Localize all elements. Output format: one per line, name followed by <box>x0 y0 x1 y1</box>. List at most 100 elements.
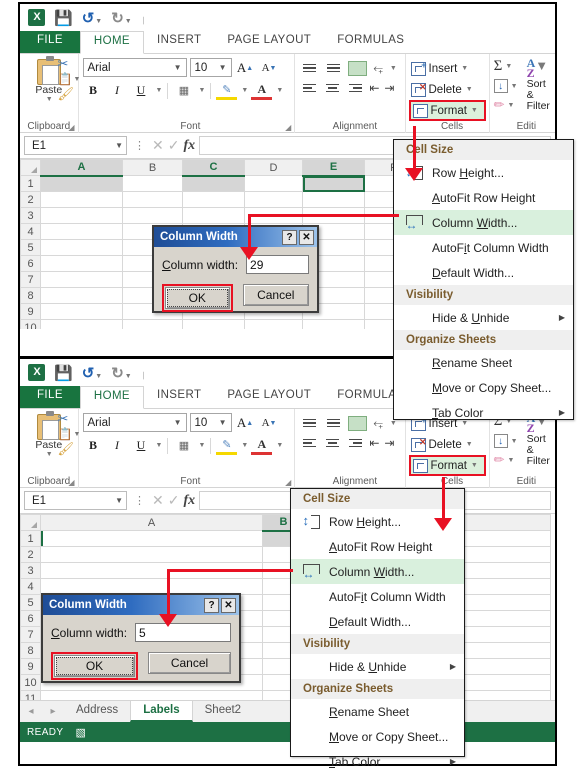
row-header-5-bottom[interactable]: 5 <box>20 594 41 611</box>
font-dialog-launcher[interactable]: ◢ <box>285 123 291 132</box>
align-right-icon[interactable] <box>346 80 364 96</box>
cell-c10-top[interactable] <box>182 319 245 329</box>
name-box-top[interactable]: E1 ▼ <box>24 136 127 155</box>
fill-icon[interactable]: ↓ <box>493 79 508 93</box>
cell-d1-top[interactable] <box>244 175 303 192</box>
font-dialog-launcher[interactable]: ◢ <box>285 478 291 487</box>
autosum-icon[interactable]: Σ <box>494 58 503 75</box>
align-top-icon[interactable] <box>300 60 318 76</box>
menu-item-autofit-row-height[interactable]: AutoFit Row Height <box>394 185 573 210</box>
menu-item-column-width[interactable]: Column Width... <box>291 559 464 584</box>
sort-filter-button[interactable]: A Z ▼ Sort & Filter <box>527 57 553 117</box>
sheet-tab-labels[interactable]: Labels <box>130 701 193 722</box>
format-caret-icon[interactable]: ▼ <box>471 107 478 114</box>
autosum-caret-icon[interactable]: ▼ <box>505 63 512 70</box>
menu-item-hide-unhide[interactable]: Hide & Unhide ▶ <box>394 305 573 330</box>
font-color-icon[interactable]: A <box>251 436 273 455</box>
row-header-3-bottom[interactable]: 3 <box>20 562 41 579</box>
menu-item-tab-color[interactable]: Tab Color ▶ <box>291 749 464 774</box>
row-header-8-bottom[interactable]: 8 <box>20 642 41 659</box>
delete-cells-button[interactable]: ✕ Delete ▼ <box>410 434 486 455</box>
column-header-c-top[interactable]: C <box>182 159 245 177</box>
sheet-tab-sheet2[interactable]: Sheet2 <box>193 701 253 722</box>
clear-eraser-icon[interactable]: ✏ <box>494 452 505 468</box>
row-header-6-bottom[interactable]: 6 <box>20 610 41 627</box>
row-header-10-bottom[interactable]: 10 <box>20 674 41 691</box>
fill-icon[interactable]: ↓ <box>493 434 508 448</box>
column-width-input-bottom[interactable]: 5 <box>135 623 231 642</box>
column-header-b-top[interactable]: B <box>122 159 183 176</box>
fill-caret-icon[interactable]: ▼ <box>511 83 518 90</box>
font-color-caret-icon[interactable]: ▼ <box>276 87 283 94</box>
undo-icon[interactable]: ↺▼ <box>82 364 103 382</box>
format-caret-icon[interactable]: ▼ <box>471 462 478 469</box>
dialog-close-button-top[interactable]: ✕ <box>299 229 314 245</box>
enter-formula-icon[interactable]: ✓ <box>168 492 180 509</box>
row-header-7-top[interactable]: 7 <box>20 271 41 288</box>
font-color-caret-icon[interactable]: ▼ <box>276 442 283 449</box>
menu-item-move-copy-sheet[interactable]: Move or Copy Sheet... <box>291 724 464 749</box>
orientation-icon[interactable]: ⥆ <box>373 416 383 431</box>
select-all-corner-bottom[interactable] <box>20 514 41 531</box>
cell-a11-bottom[interactable] <box>40 690 263 700</box>
cell-a1-top[interactable] <box>40 175 123 192</box>
italic-button[interactable]: I <box>107 81 128 100</box>
tab-insert[interactable]: INSERT <box>144 386 214 408</box>
align-middle-icon[interactable] <box>324 415 342 431</box>
insert-function-icon[interactable]: fx <box>183 493 195 509</box>
name-box-bottom[interactable]: E1 ▼ <box>24 491 127 510</box>
cell-a5-top[interactable] <box>40 239 123 256</box>
dialog-help-button-top[interactable]: ? <box>282 229 297 245</box>
bold-button[interactable]: B <box>83 436 104 455</box>
align-bottom-icon[interactable] <box>348 60 368 76</box>
align-top-icon[interactable] <box>300 415 318 431</box>
copy-icon[interactable]: 📋 <box>58 427 73 441</box>
align-center-icon[interactable] <box>323 435 341 451</box>
row-header-11-bottom[interactable]: 11 <box>20 690 41 700</box>
tab-home[interactable]: HOME <box>79 386 144 409</box>
column-header-d-top[interactable]: D <box>244 159 303 176</box>
font-size-combo[interactable]: 10 ▼ <box>189 58 232 77</box>
cell-e10-top[interactable] <box>302 319 365 329</box>
dialog-help-button-bottom[interactable]: ? <box>204 597 219 613</box>
delete-caret-icon[interactable]: ▼ <box>466 441 473 448</box>
cancel-button-top[interactable]: Cancel <box>242 284 309 306</box>
insert-cells-button[interactable]: + Insert ▼ <box>410 58 486 79</box>
bold-button[interactable]: B <box>83 81 104 100</box>
cell-c3-top[interactable] <box>182 207 245 224</box>
row-header-8-top[interactable]: 8 <box>20 287 41 304</box>
clipboard-dialog-launcher[interactable]: ◢ <box>68 123 74 132</box>
column-header-a-top[interactable]: A <box>40 159 123 177</box>
tab-page-layout[interactable]: PAGE LAYOUT <box>214 386 324 408</box>
save-icon[interactable]: 💾 <box>54 9 73 27</box>
column-header-e-top[interactable]: E <box>302 159 365 177</box>
clear-caret-icon[interactable]: ▼ <box>508 457 515 464</box>
row-header-9-top[interactable]: 9 <box>20 303 41 320</box>
align-right-icon[interactable] <box>346 435 364 451</box>
ok-button-top[interactable]: OK <box>165 287 230 309</box>
ok-button-bottom[interactable]: OK <box>54 655 135 677</box>
underline-button[interactable]: U <box>131 436 152 455</box>
fill-color-icon[interactable]: ✎ <box>216 436 238 455</box>
row-header-4-bottom[interactable]: 4 <box>20 578 41 595</box>
font-size-caret-icon[interactable]: ▼ <box>217 63 229 72</box>
menu-item-tab-color[interactable]: Tab Color ▶ <box>394 400 573 425</box>
cell-e2-top[interactable] <box>302 191 365 208</box>
cell-b1-top[interactable] <box>122 175 183 192</box>
orientation-caret-icon[interactable]: ▼ <box>390 65 397 72</box>
cell-a8-top[interactable] <box>40 287 123 304</box>
cell-a4-top[interactable] <box>40 223 123 240</box>
cell-d10-top[interactable] <box>244 319 303 329</box>
underline-caret-icon[interactable]: ▼ <box>156 442 163 449</box>
cell-c1-top[interactable] <box>182 175 245 192</box>
insert-caret-icon[interactable]: ▼ <box>461 65 468 72</box>
format-button[interactable]: Format ▼ <box>408 455 486 476</box>
format-painter-icon[interactable]: 🖌 <box>58 441 76 457</box>
fill-color-icon[interactable]: ✎ <box>216 81 238 100</box>
format-painter-icon[interactable]: 🖌 <box>58 86 76 102</box>
cell-b2-top[interactable] <box>122 191 183 208</box>
row-header-1-bottom[interactable]: 1 <box>20 530 41 547</box>
cell-a10-top[interactable] <box>40 319 123 329</box>
redo-icon[interactable]: ↻▼ <box>111 9 132 27</box>
cell-d2-top[interactable] <box>244 191 303 208</box>
